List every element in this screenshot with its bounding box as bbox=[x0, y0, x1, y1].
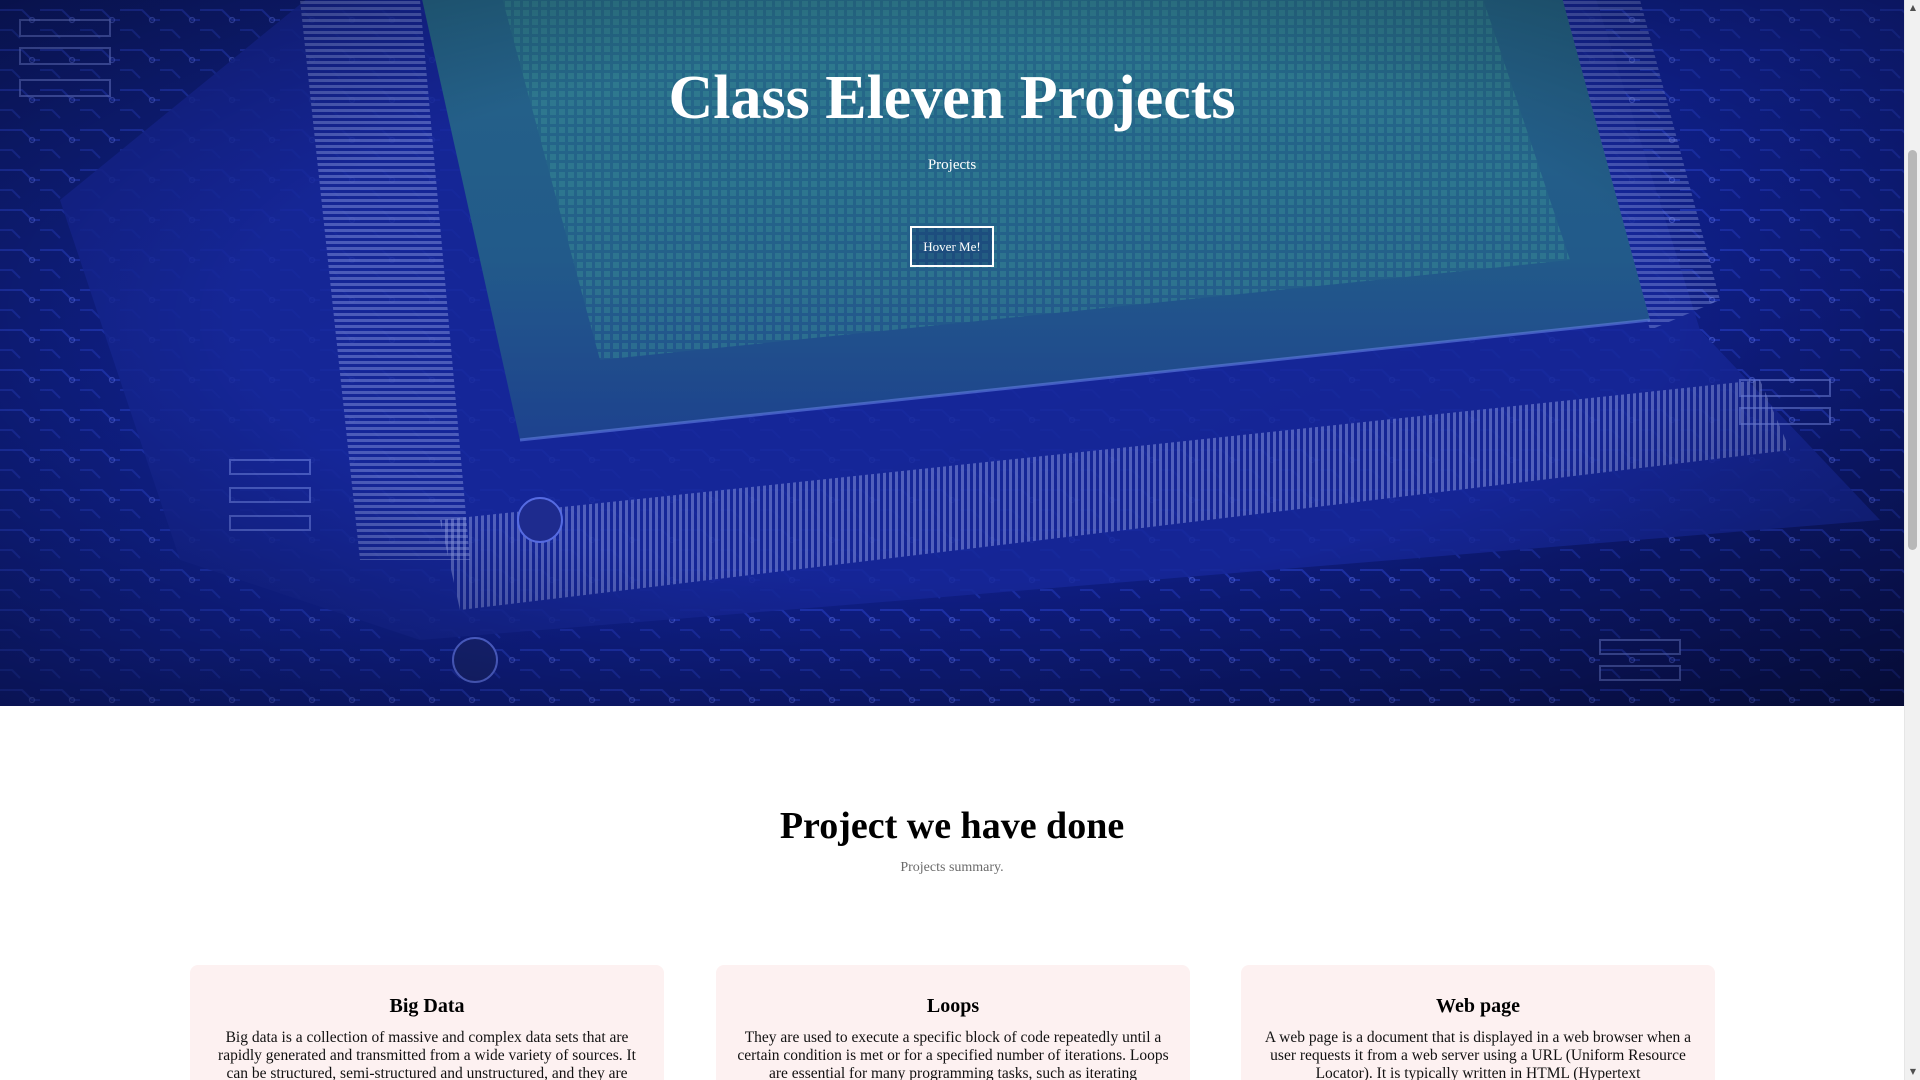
section-subtitle: Projects summary. bbox=[900, 860, 1004, 875]
card-text: A web page is a document that is display… bbox=[1264, 1029, 1692, 1080]
card-text: Big data is a collection of massive and … bbox=[218, 1029, 636, 1080]
hero-title: Class Eleven Projects bbox=[668, 64, 1236, 132]
scroll-down-arrow-icon[interactable]: ▼ bbox=[1905, 1064, 1920, 1080]
project-card-big-data: Big Data Big data is a collection of mas… bbox=[190, 965, 664, 1080]
hero-subtitle: Projects bbox=[927, 157, 977, 173]
scroll-up-arrow-icon[interactable]: ▲ bbox=[1905, 0, 1920, 16]
section-title: Project we have done bbox=[779, 805, 1125, 847]
hover-me-button[interactable]: Hover Me! bbox=[910, 226, 994, 267]
card-title: Big Data bbox=[389, 995, 465, 1017]
project-card-web-page: Web page A web page is a document that i… bbox=[1241, 965, 1715, 1080]
card-title: Loops bbox=[926, 995, 980, 1017]
scrollbar-thumb[interactable] bbox=[1908, 150, 1917, 550]
vertical-scrollbar[interactable]: ▲ ▼ bbox=[1904, 0, 1920, 1080]
project-card-loops: Loops They are used to execute a specifi… bbox=[716, 965, 1190, 1080]
card-title: Web page bbox=[1436, 995, 1520, 1017]
card-text: They are used to execute a specific bloc… bbox=[737, 1029, 1169, 1080]
hero-section: Class Eleven Projects Projects Hover Me! bbox=[0, 0, 1904, 706]
page: Class Eleven Projects Projects Hover Me!… bbox=[0, 0, 1904, 1080]
